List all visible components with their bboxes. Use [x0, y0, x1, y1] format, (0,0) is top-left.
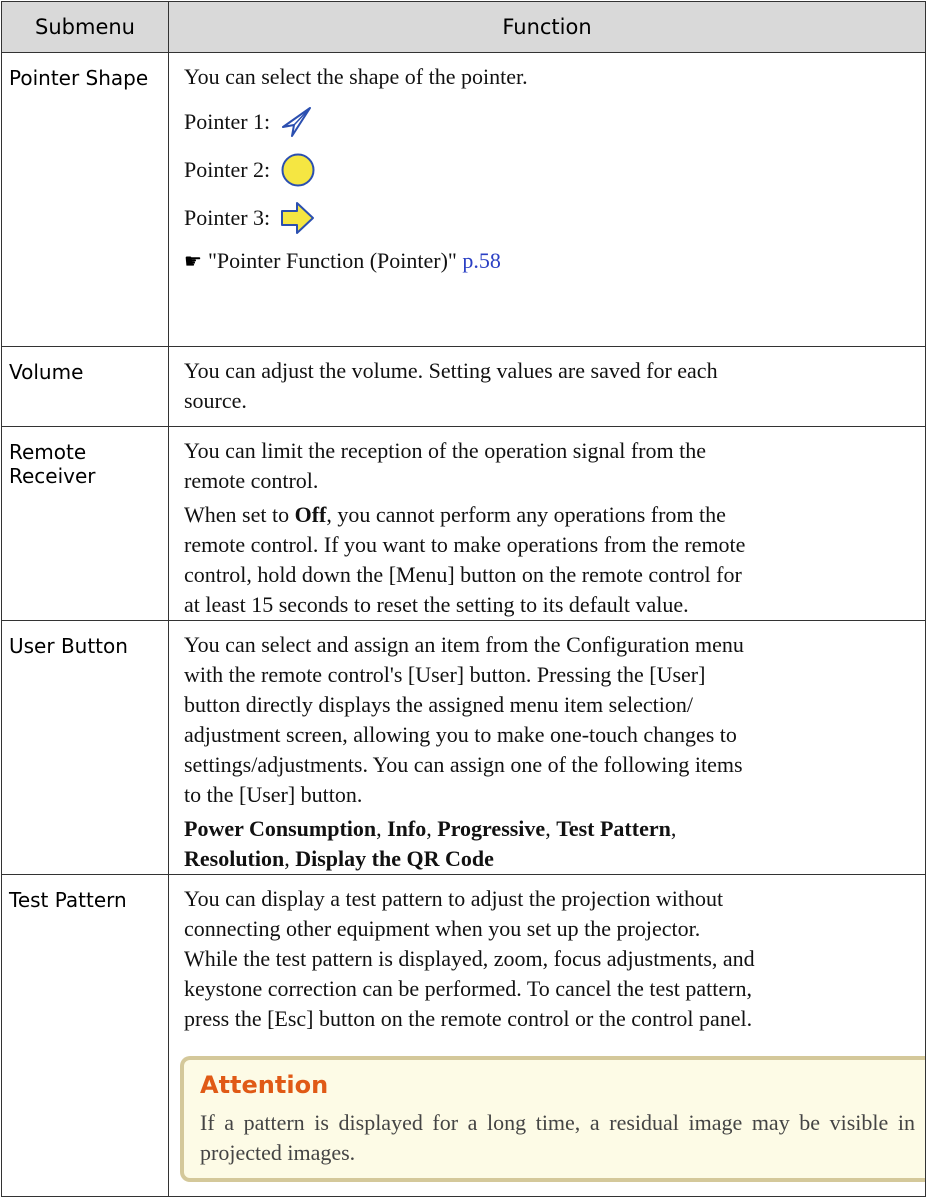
table-row: User Button You can select and assign an… — [1, 620, 926, 875]
settings-table: Submenu Function Pointer Shape You can s… — [1, 1, 926, 1197]
pointer-shape-desc: You can select the shape of the pointer. — [184, 64, 528, 89]
user-button-line-1: You can select and assign an item from t… — [184, 632, 744, 657]
attention-box: Attention If a pattern is displayed for … — [180, 1056, 925, 1182]
item-resolution: Resolution — [184, 846, 285, 871]
header-function: Function — [168, 1, 926, 53]
circle-pointer-icon — [281, 153, 315, 187]
arrow-pointer-icon — [282, 107, 312, 137]
submenu-remote-receiver: Remote Receiver — [1, 426, 169, 621]
test-pattern-line-1: You can display a test pattern to adjust… — [184, 886, 724, 911]
function-user-button: You can select and assign an item from t… — [168, 620, 926, 875]
off-value: Off — [294, 502, 327, 527]
reference-page-link[interactable]: p.58 — [462, 248, 501, 273]
attention-text: If a pattern is displayed for a long tim… — [200, 1110, 915, 1165]
header-submenu: Submenu — [1, 1, 169, 53]
pointer-2-label: Pointer 2: — [184, 157, 271, 182]
item-progressive: Progressive — [437, 816, 546, 841]
user-button-line-2: with the remote control's [User] button.… — [184, 662, 706, 687]
item-display-qr-code: Display the QR Code — [295, 846, 494, 871]
remote-receiver-line-5: control, hold down the [Menu] button on … — [184, 562, 742, 587]
test-pattern-line-2: connecting other equipment when you set … — [184, 916, 701, 941]
user-button-line-6: to the [User] button. — [184, 782, 363, 807]
off-pre-text: When set to — [184, 502, 295, 527]
submenu-user-button: User Button — [1, 620, 169, 875]
function-volume: You can adjust the volume. Setting value… — [168, 346, 926, 427]
pointer-3-row: Pointer 3: — [184, 200, 919, 236]
item-test-pattern: Test Pattern — [556, 816, 671, 841]
submenu-pointer-shape: Pointer Shape — [1, 52, 169, 347]
volume-line-1: You can adjust the volume. Setting value… — [184, 358, 718, 383]
volume-line-2: source. — [184, 388, 247, 413]
remote-receiver-line-2: remote control. — [184, 468, 319, 493]
table-row: Test Pattern You can display a test patt… — [1, 874, 926, 1197]
item-power-consumption: Power Consumption — [184, 816, 377, 841]
table-row: Volume You can adjust the volume. Settin… — [1, 346, 926, 427]
function-remote-receiver: You can limit the reception of the opera… — [168, 426, 926, 621]
attention-title: Attention — [200, 1071, 329, 1099]
remote-receiver-line-1: You can limit the reception of the opera… — [184, 438, 706, 463]
submenu-volume: Volume — [1, 346, 169, 427]
item-info: Info — [387, 816, 427, 841]
off-post-text: , you cannot perform any operations from… — [326, 502, 726, 527]
submenu-test-pattern: Test Pattern — [1, 874, 169, 1197]
test-pattern-line-3: While the test pattern is displayed, zoo… — [184, 946, 755, 971]
table-header-row: Submenu Function — [1, 1, 926, 53]
user-button-line-4: adjustment screen, allowing you to make … — [184, 722, 737, 747]
table-row: Remote Receiver You can limit the recept… — [1, 426, 926, 621]
user-button-items: Power Consumption, Info, Progressive, Te… — [184, 816, 677, 871]
reference-text: "Pointer Function (Pointer)" — [207, 248, 457, 273]
user-button-line-5: settings/adjustments. You can assign one… — [184, 752, 743, 777]
pointer-2-row: Pointer 2: — [184, 152, 919, 188]
function-pointer-shape: You can select the shape of the pointer.… — [168, 52, 926, 347]
pointer-1-label: Pointer 1: — [184, 109, 271, 134]
pointer-1-row: Pointer 1: — [184, 104, 919, 140]
remote-receiver-line-4: remote control. If you want to make oper… — [184, 532, 746, 557]
pointer-3-label: Pointer 3: — [184, 205, 271, 230]
remote-receiver-line-6: at least 15 seconds to reset the setting… — [184, 592, 689, 617]
right-arrow-pointer-icon — [281, 202, 315, 234]
test-pattern-line-5: press the [Esc] button on the remote con… — [184, 1006, 753, 1031]
table-row: Pointer Shape You can select the shape o… — [1, 52, 926, 347]
pointer-reference: ☛ "Pointer Function (Pointer)" p.58 — [184, 246, 919, 276]
test-pattern-line-4: keystone correction can be performed. To… — [184, 976, 752, 1001]
pointing-hand-icon: ☛ — [184, 249, 202, 273]
function-test-pattern: You can display a test pattern to adjust… — [168, 874, 926, 1197]
remote-receiver-off-line: When set to Off, you cannot perform any … — [184, 500, 919, 530]
user-button-line-3: button directly displays the assigned me… — [184, 692, 693, 717]
